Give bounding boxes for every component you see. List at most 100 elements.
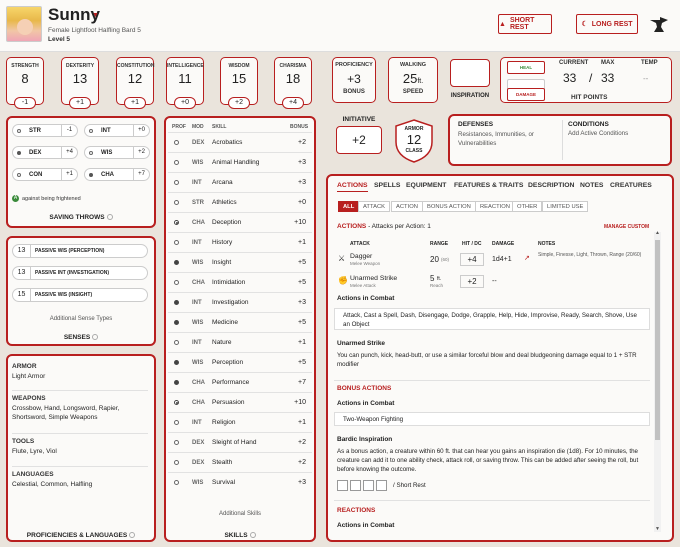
- skill-name: History: [212, 239, 233, 246]
- skill-row-arcana[interactable]: INT Arcana +3: [168, 172, 312, 192]
- attack-hit-button[interactable]: +2: [460, 275, 484, 288]
- attack-range-long: (60): [441, 257, 450, 262]
- skill-bonus: +0: [298, 199, 306, 206]
- skill-row-history[interactable]: INT History +1: [168, 232, 312, 252]
- inspiration-box[interactable]: INSPIRATION: [448, 57, 492, 103]
- skill-row-stealth[interactable]: DEX Stealth +2: [168, 452, 312, 472]
- scroll-down-icon[interactable]: ▼: [655, 526, 660, 532]
- skill-row-nature[interactable]: INT Nature +1: [168, 332, 312, 352]
- skill-row-persuasion[interactable]: CHA Persuasion +10: [168, 392, 312, 412]
- skill-row-perception[interactable]: WIS Perception +5: [168, 352, 312, 372]
- filter-other[interactable]: OTHER: [512, 201, 543, 212]
- initiative-value[interactable]: +2: [336, 126, 382, 154]
- long-rest-button[interactable]: ☾ LONG REST: [576, 14, 638, 34]
- heal-button[interactable]: HEAL: [507, 61, 545, 74]
- character-level: Level 5: [48, 36, 71, 43]
- save-value: +2: [133, 147, 149, 158]
- skill-row-athletics[interactable]: STR Athletics +0: [168, 192, 312, 212]
- ability-strength[interactable]: STRENGTH 8 -1: [6, 57, 44, 109]
- saving-throw-wis[interactable]: WIS +2: [84, 146, 150, 159]
- skill-row-medicine[interactable]: WIS Medicine +5: [168, 312, 312, 332]
- tab-equipment[interactable]: EQUIPMENT: [406, 182, 446, 189]
- skill-row-investigation[interactable]: INT Investigation +3: [168, 292, 312, 312]
- combat-actions-list: Attack, Cast a Spell, Dash, Disengage, D…: [334, 308, 650, 330]
- use-checkbox[interactable]: [350, 480, 361, 491]
- filter-limited-use[interactable]: LIMITED USE: [542, 201, 589, 212]
- skill-ability: CHA: [192, 219, 205, 226]
- use-checkbox[interactable]: [376, 480, 387, 491]
- filter-attack[interactable]: ATTACK: [358, 201, 391, 212]
- avatar[interactable]: [6, 6, 42, 42]
- saving-throw-con[interactable]: CON +1: [12, 168, 78, 181]
- saving-throw-int[interactable]: INT +0: [84, 124, 150, 137]
- initiative-label: INITIATIVE: [342, 116, 376, 123]
- proficiency-bonus-box: PROFICIENCY +3 BONUS: [332, 57, 376, 103]
- dnd-beyond-logo-icon[interactable]: [648, 14, 670, 34]
- proficiency-dot-icon: [89, 172, 93, 177]
- filter-action[interactable]: ACTION: [391, 201, 423, 212]
- scroll-up-icon[interactable]: ▲: [655, 230, 660, 236]
- additional-skills-link[interactable]: Additional Skills: [164, 511, 316, 517]
- saving-throw-str[interactable]: STR -1: [12, 124, 78, 137]
- ability-label: DEXTERITY: [65, 63, 95, 69]
- use-checkbox[interactable]: [363, 480, 374, 491]
- inspiration-toggle[interactable]: [450, 59, 490, 87]
- saving-throw-cha[interactable]: CHA +7: [84, 168, 150, 181]
- attack-range: 20: [430, 255, 439, 264]
- gear-icon[interactable]: [249, 532, 256, 539]
- short-rest-button[interactable]: ▲ SHORT REST: [498, 14, 552, 34]
- defenses-title: DEFENSES: [458, 121, 494, 128]
- use-checkbox[interactable]: [337, 480, 348, 491]
- additional-sense-types-link[interactable]: Additional Sense Types: [6, 316, 156, 322]
- ability-constitution[interactable]: CONSTITUTION 12 +1: [116, 57, 155, 109]
- skill-row-acrobatics[interactable]: DEX Acrobatics +2: [168, 132, 312, 152]
- tab-creatures[interactable]: CREATURES: [610, 182, 652, 189]
- passive-sense-label: PASSIVE INT (INVESTIGATION): [35, 270, 109, 276]
- tab-actions[interactable]: ACTIONS: [337, 182, 368, 192]
- skill-row-performance[interactable]: CHA Performance +7: [168, 372, 312, 392]
- name-dropdown-icon[interactable]: ▼: [92, 12, 99, 19]
- manage-custom-link[interactable]: MANAGE CUSTOM: [604, 224, 649, 230]
- tab-description[interactable]: DESCRIPTION: [528, 182, 574, 189]
- ability-intelligence[interactable]: INTELLIGENCE 11 +0: [166, 57, 204, 109]
- skill-row-insight[interactable]: WIS Insight +5: [168, 252, 312, 272]
- skill-row-survival[interactable]: WIS Survival +3: [168, 472, 312, 492]
- ability-dexterity[interactable]: DEXTERITY 13 +1: [61, 57, 99, 109]
- damage-button[interactable]: DAMAGE: [507, 88, 545, 101]
- skill-name: Intimidation: [212, 279, 246, 286]
- filter-reaction[interactable]: REACTION: [475, 201, 515, 212]
- actions-scrollbar[interactable]: [654, 232, 661, 532]
- skill-row-intimidation[interactable]: CHA Intimidation +5: [168, 272, 312, 292]
- skill-row-animal-handling[interactable]: WIS Animal Handling +3: [168, 152, 312, 172]
- skill-row-deception[interactable]: CHA Deception +10: [168, 212, 312, 232]
- gear-icon[interactable]: [129, 532, 136, 539]
- attack-hit-button[interactable]: +4: [460, 253, 484, 266]
- skill-ability: INT: [192, 339, 202, 346]
- skill-ability: CHA: [192, 399, 205, 406]
- attack-row-unarmed[interactable]: ✊ Unarmed Strike Melee Attack 5 ft. Reac…: [334, 272, 652, 292]
- skill-row-religion[interactable]: INT Religion +1: [168, 412, 312, 432]
- gear-icon[interactable]: [92, 334, 99, 341]
- tab-features-traits[interactable]: FEATURES & TRAITS: [454, 182, 523, 189]
- campfire-icon: ▲: [499, 20, 506, 28]
- ability-charisma[interactable]: CHARISMA 18 +4: [274, 57, 312, 109]
- tab-spells[interactable]: SPELLS: [374, 182, 400, 189]
- two-weapon-fighting[interactable]: Two-Weapon Fighting: [343, 415, 403, 424]
- filter-bonus-action[interactable]: BONUS ACTION: [422, 201, 476, 212]
- scrollbar-thumb[interactable]: [655, 240, 660, 440]
- proficiency-dot-icon: [174, 220, 179, 225]
- ability-wisdom[interactable]: WISDOM 15 +2: [220, 57, 258, 109]
- defenses-text[interactable]: Resistances, Immunities, or Vulnerabilit…: [458, 130, 554, 148]
- bonus-actions-in-combat-title: Actions in Combat: [337, 400, 395, 407]
- conditions-text[interactable]: Add Active Conditions: [568, 130, 628, 137]
- attack-row-dagger[interactable]: ⚔ Dagger Melee Weapon 20 (60) +4 1d4+1 ↗…: [334, 250, 652, 270]
- hp-current-value[interactable]: 33: [563, 71, 576, 85]
- saving-throw-dex[interactable]: DEX +4: [12, 146, 78, 159]
- filter-all[interactable]: ALL: [338, 201, 360, 212]
- hp-temp-value[interactable]: --: [643, 74, 648, 83]
- gear-icon[interactable]: [106, 214, 113, 221]
- skill-bonus: +3: [298, 299, 306, 306]
- tab-notes[interactable]: NOTES: [580, 182, 603, 189]
- skill-row-sleight-of-hand[interactable]: DEX Sleight of Hand +2: [168, 432, 312, 452]
- attack-damage-button[interactable]: 1d4+1: [492, 253, 522, 266]
